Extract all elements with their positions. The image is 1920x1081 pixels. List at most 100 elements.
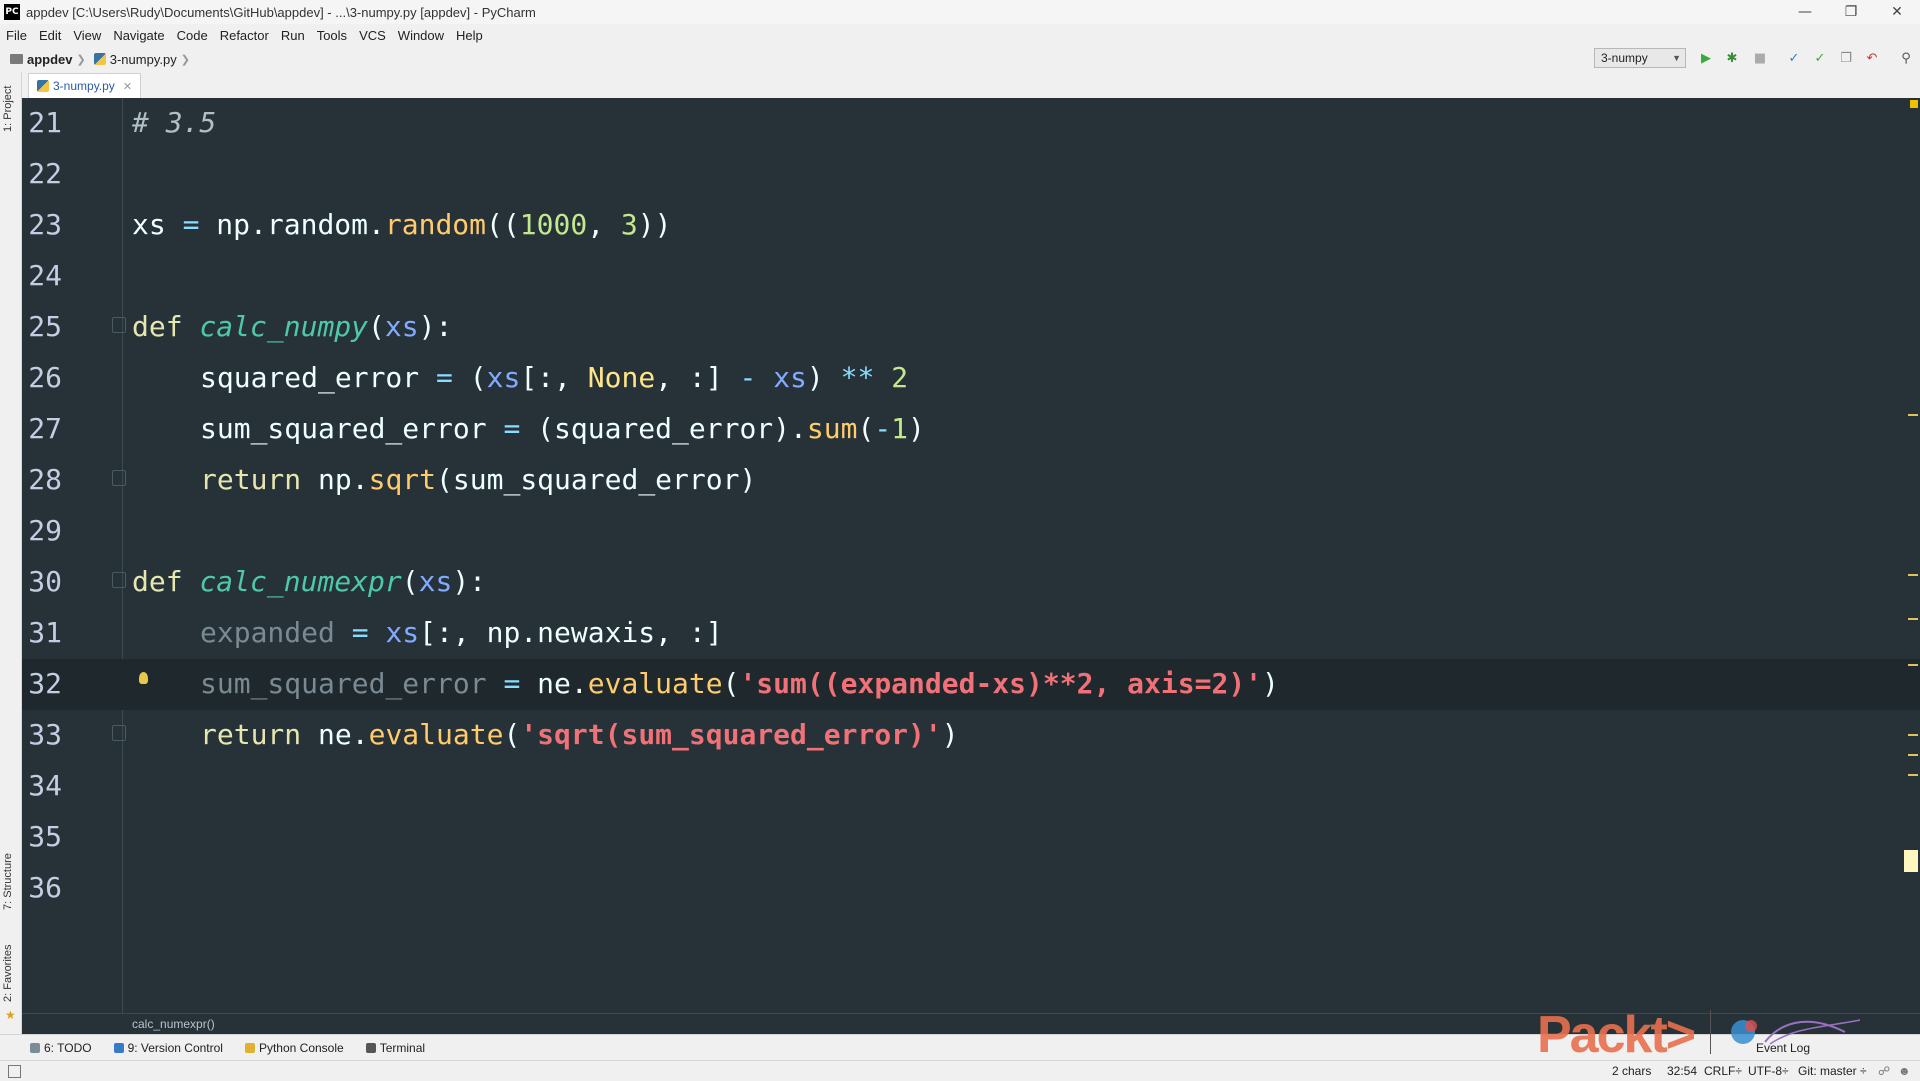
toggle-tool-windows-icon[interactable] — [8, 1065, 21, 1078]
chevron-down-icon: ▼ — [1672, 53, 1681, 63]
inspector-icon[interactable]: ☻ — [1898, 1064, 1911, 1078]
scroll-marker[interactable] — [1908, 574, 1918, 576]
code-text: expanded = xs[:, np.newaxis, :] — [200, 616, 723, 649]
line-number: 31 — [28, 616, 62, 649]
run-config-label: 3-numpy — [1601, 51, 1648, 65]
code-text: squared_error = (xs[:, None, :] - xs) **… — [200, 361, 909, 394]
tool-window-todo[interactable]: 6: TODO — [30, 1041, 92, 1055]
warning-marker[interactable] — [1910, 100, 1918, 108]
code-line: 33 return ne.evaluate('sqrt(sum_squared_… — [22, 710, 1920, 761]
menu-file[interactable]: File — [0, 28, 33, 43]
menu-help[interactable]: Help — [450, 28, 489, 43]
code-editor[interactable]: 21 # 3.5 22 23 xs = np.random.random((10… — [22, 98, 1920, 1013]
close-icon[interactable]: ✕ — [1874, 0, 1920, 24]
stop-icon[interactable]: ■ — [1752, 50, 1768, 66]
scroll-marker[interactable] — [1908, 618, 1918, 620]
file-encoding[interactable]: UTF-8÷ — [1748, 1064, 1789, 1078]
todo-icon — [30, 1043, 40, 1053]
folder-icon — [10, 54, 23, 64]
tool-window-terminal[interactable]: Terminal — [365, 1041, 425, 1055]
line-number: 30 — [28, 565, 62, 598]
logo-divider — [1710, 1010, 1711, 1054]
code-text: sum_squared_error = ne.evaluate('sum((ex… — [200, 667, 1279, 700]
debug-icon[interactable]: ✱ — [1724, 50, 1740, 66]
code-line: 31 expanded = xs[:, np.newaxis, :] — [22, 608, 1920, 659]
code-line: 27 sum_squared_error = (squared_error).s… — [22, 404, 1920, 455]
menu-tools[interactable]: Tools — [311, 28, 353, 43]
scroll-marker[interactable] — [1908, 664, 1918, 666]
code-text: sum_squared_error = (squared_error).sum(… — [200, 412, 925, 445]
terminal-icon — [365, 1043, 376, 1053]
title-bar: PC appdev [C:\Users\Rudy\Documents\GitHu… — [0, 0, 1920, 25]
code-line: 30 def calc_numexpr(xs): — [22, 557, 1920, 608]
tool-window-version-control[interactable]: 9: Version Control — [113, 1041, 223, 1055]
pycharm-icon: PC — [4, 4, 20, 20]
run-config-select[interactable]: 3-numpy ▼ — [1594, 48, 1686, 68]
event-log-button[interactable]: Event Log — [1756, 1041, 1810, 1055]
scroll-marker[interactable] — [1908, 774, 1918, 776]
close-icon[interactable]: ✕ — [123, 80, 132, 93]
run-icon[interactable]: ▶ — [1698, 50, 1714, 66]
menu-run[interactable]: Run — [275, 28, 311, 43]
tool-window-python-console[interactable]: Python Console — [244, 1041, 344, 1055]
menu-code[interactable]: Code — [171, 28, 214, 43]
line-number: 22 — [28, 157, 62, 190]
revert-icon[interactable]: ↶ — [1864, 50, 1880, 66]
breadcrumb-project-label: appdev — [27, 51, 73, 67]
line-number: 24 — [28, 259, 62, 292]
vcs-commit-icon[interactable]: ✓ — [1812, 50, 1828, 66]
lock-icon[interactable]: ☍ — [1878, 1064, 1890, 1078]
code-line: 29 — [22, 506, 1920, 557]
tool-window-structure[interactable]: 7: Structure — [2, 853, 14, 910]
code-line: 22 — [22, 149, 1920, 200]
caret-position[interactable]: 32:54 — [1667, 1064, 1697, 1078]
line-number: 29 — [28, 514, 62, 547]
tool-window-favorites[interactable]: 2: Favorites — [2, 945, 14, 1002]
editor-tabs: 3-numpy.py ✕ — [22, 72, 1920, 99]
menu-vcs[interactable]: VCS — [353, 28, 392, 43]
scroll-marker[interactable] — [1908, 754, 1918, 756]
code-text: return ne.evaluate('sqrt(sum_squared_err… — [200, 718, 959, 751]
tab-3-numpy[interactable]: 3-numpy.py ✕ — [28, 73, 142, 98]
scroll-thumb[interactable] — [1904, 850, 1918, 872]
line-number: 25 — [28, 310, 62, 343]
menu-edit[interactable]: Edit — [33, 28, 67, 43]
fold-icon[interactable] — [112, 725, 126, 741]
star-icon: ★ — [5, 1008, 16, 1022]
lightbulb-icon[interactable] — [139, 672, 148, 684]
vcs-update-icon[interactable]: ✓ — [1786, 50, 1802, 66]
version-control-icon — [113, 1043, 124, 1053]
code-line: 23 xs = np.random.random((1000, 3)) — [22, 200, 1920, 251]
menu-window[interactable]: Window — [392, 28, 450, 43]
code-line-current: 32 sum_squared_error = ne.evaluate('sum(… — [22, 659, 1920, 710]
vcs-compare-icon[interactable]: ❐ — [1838, 50, 1854, 66]
tool-window-project[interactable]: 1: Project — [2, 86, 14, 132]
line-number: 26 — [28, 361, 62, 394]
chevron-right-icon: ❯ — [180, 53, 190, 66]
minimize-icon[interactable]: — — [1782, 0, 1828, 24]
search-icon[interactable]: ⚲ — [1898, 50, 1914, 66]
breadcrumb-project[interactable]: appdev ❯ — [6, 52, 90, 67]
scroll-marker[interactable] — [1908, 414, 1918, 416]
line-number: 35 — [28, 820, 62, 853]
window-controls: — ❐ ✕ — [1782, 0, 1920, 24]
python-console-icon — [244, 1043, 255, 1053]
fold-icon[interactable] — [112, 470, 126, 486]
code-line: 36 — [22, 863, 1920, 914]
python-file-icon — [37, 80, 49, 92]
restore-icon[interactable]: ❐ — [1828, 0, 1874, 24]
menu-refactor[interactable]: Refactor — [214, 28, 275, 43]
menu-navigate[interactable]: Navigate — [107, 28, 170, 43]
fold-icon[interactable] — [112, 317, 126, 333]
fold-icon[interactable] — [112, 572, 126, 588]
scroll-marker[interactable] — [1908, 734, 1918, 736]
selection-info: 2 chars — [1612, 1064, 1652, 1078]
editor-breadcrumb-label[interactable]: calc_numexpr() — [132, 1017, 215, 1031]
git-branch[interactable]: Git: master ÷ — [1798, 1064, 1867, 1078]
line-separator[interactable]: CRLF÷ — [1704, 1064, 1742, 1078]
code-line: 25 def calc_numpy(xs): — [22, 302, 1920, 353]
code-line: 24 — [22, 251, 1920, 302]
menu-view[interactable]: View — [67, 28, 107, 43]
breadcrumb-file[interactable]: 3-numpy.py ❯ — [90, 52, 194, 67]
code-line: 21 # 3.5 — [22, 98, 1920, 149]
